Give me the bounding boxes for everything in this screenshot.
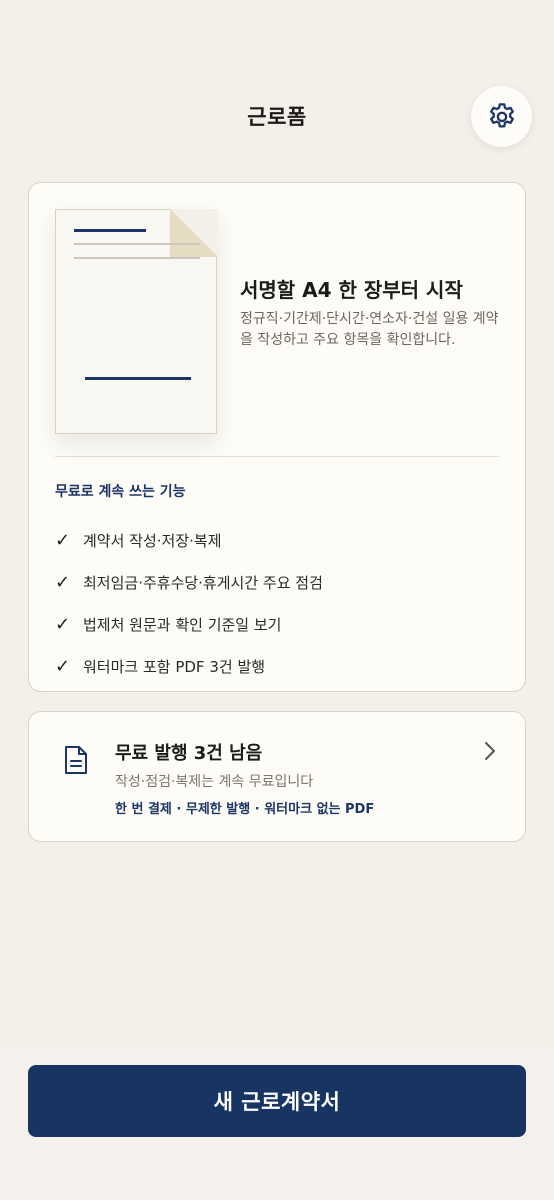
free-issuance-title: 무료 발행 3건 남음 [115,743,263,764]
doc-line [74,257,200,259]
intro-card: 서명할 A4 한 장부터 시작 정규직·기간제·단시간·연소자·건설 일용 계약… [28,182,526,692]
document-illustration [55,208,218,434]
gear-icon [489,102,514,127]
check-icon: ✓ [55,571,71,593]
page-fold [169,208,218,257]
check-icon: ✓ [55,655,71,677]
document-icon [65,746,87,774]
doc-line [74,229,146,232]
check-icon: ✓ [55,529,71,551]
feature-label: 법제처 원문과 확인 기준일 보기 [83,615,282,634]
free-issuance-card[interactable]: 무료 발행 3건 남음 작성·점검·복제는 계속 무료입니다 한 번 결제 · … [28,711,526,842]
check-icon: ✓ [55,613,71,635]
hero-title: 서명할 A4 한 장부터 시작 [240,278,463,302]
settings-button[interactable] [471,86,532,147]
new-contract-button[interactable]: 새 근로계약서 [28,1065,526,1137]
free-issuance-subtitle: 작성·점검·복제는 계속 무료입니다 [115,774,314,790]
hero-description: 정규직·기간제·단시간·연소자·건설 일용 계약을 작성하고 주요 항목을 확인… [240,311,499,348]
doc-signature-line [85,377,191,380]
upgrade-note: 한 번 결제 · 무제한 발행 · 워터마크 없는 PDF [115,802,375,817]
feature-list: ✓ 계약서 작성·저장·복제 ✓ 최저임금·주휴수당·휴게시간 주요 점검 ✓ … [55,519,323,687]
features-title: 무료로 계속 쓰는 기능 [55,484,186,500]
header: 근로폼 [0,0,554,200]
feature-item: ✓ 계약서 작성·저장·복제 [55,519,323,561]
feature-label: 최저임금·주휴수당·휴게시간 주요 점검 [83,573,323,592]
feature-label: 워터마크 포함 PDF 3건 발행 [83,657,266,676]
doc-line [74,243,200,245]
feature-item: ✓ 워터마크 포함 PDF 3건 발행 [55,645,323,687]
feature-item: ✓ 최저임금·주휴수당·휴게시간 주요 점검 [55,561,323,603]
divider [55,456,499,457]
chevron-right-icon [485,742,495,760]
feature-item: ✓ 법제처 원문과 확인 기준일 보기 [55,603,323,645]
feature-label: 계약서 작성·저장·복제 [83,531,222,550]
